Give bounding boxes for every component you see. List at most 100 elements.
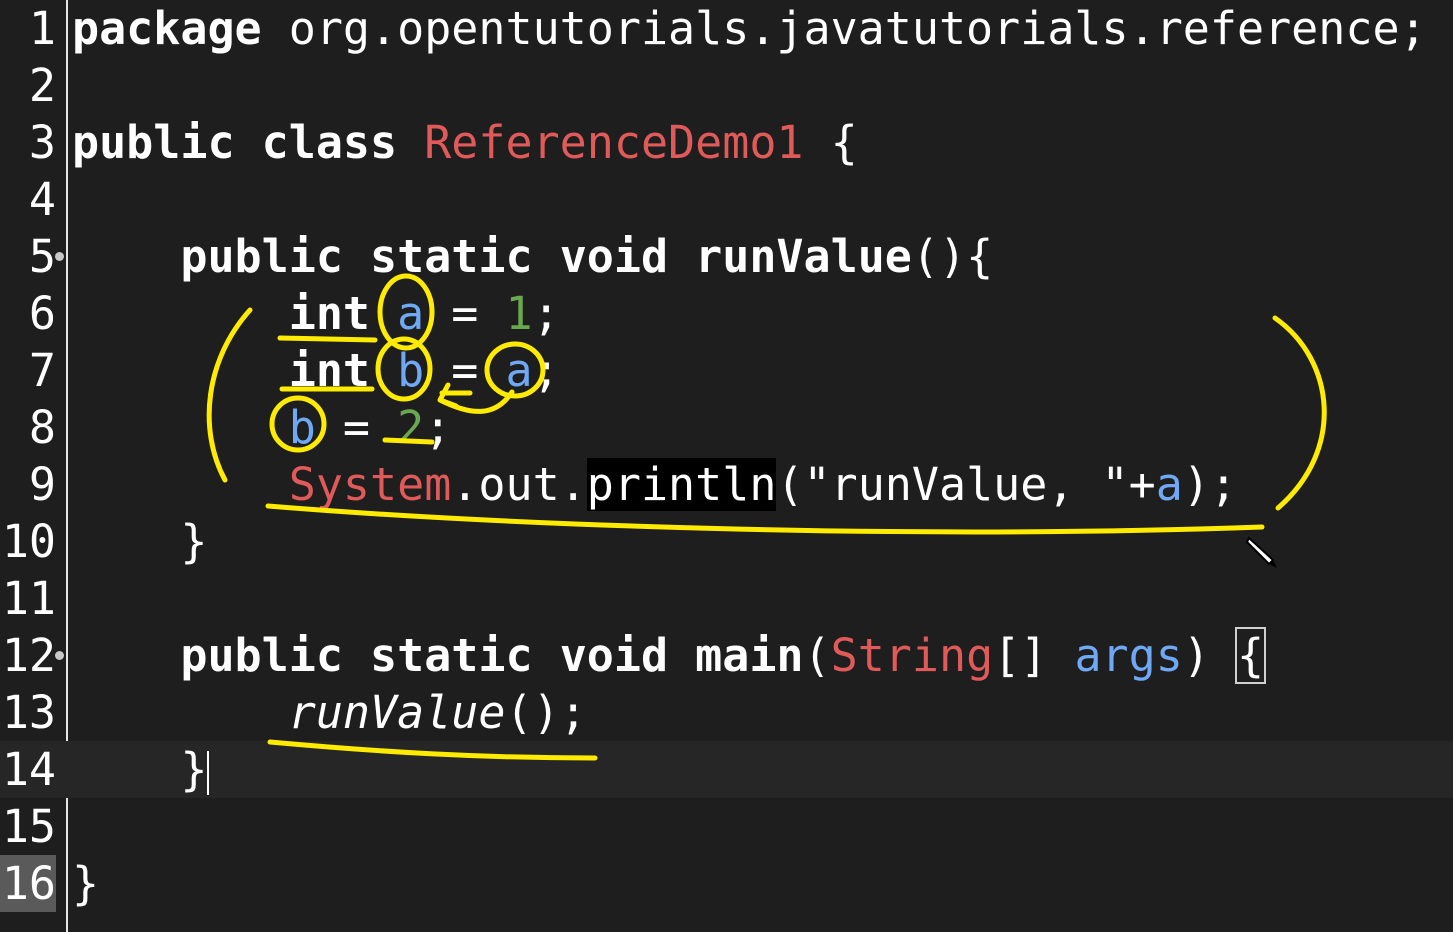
line-number: 10 <box>1 515 56 568</box>
code-line[interactable]: 13 runValue(); <box>0 684 1453 741</box>
code-token: [] <box>993 629 1075 682</box>
code-token: ); <box>1182 458 1238 511</box>
line-number: 7 <box>28 344 56 397</box>
code-token: void <box>559 230 669 283</box>
code-line[interactable]: 3 public class ReferenceDemo1 { <box>0 114 1453 171</box>
code-text: int a = 1; <box>72 285 560 342</box>
code-token: b <box>397 344 425 397</box>
code-token: public <box>180 230 343 283</box>
code-text: int b = a; <box>72 342 560 399</box>
code-text: package org.opentutorials.javatutorials.… <box>72 0 1427 57</box>
code-text: b = 2; <box>72 399 452 456</box>
code-line[interactable]: 14 } <box>0 741 1453 798</box>
line-number: 6 <box>28 287 56 340</box>
code-token: package <box>72 2 262 55</box>
code-line[interactable]: 7 int b = a; <box>0 342 1453 399</box>
code-token: main <box>695 629 804 682</box>
code-token: System <box>288 458 452 511</box>
code-text: public class ReferenceDemo1 { <box>72 114 858 171</box>
code-line[interactable]: 1 package org.opentutorials.javatutorials… <box>0 0 1453 57</box>
code-token: ( <box>803 629 831 682</box>
code-token: a <box>397 287 425 340</box>
fold-marker-icon[interactable] <box>55 252 64 261</box>
code-line[interactable]: 4 <box>0 171 1453 228</box>
code-line[interactable]: 16} <box>0 855 1453 912</box>
code-line[interactable]: 9 System.out.println("runValue, "+a); <box>0 456 1453 513</box>
code-token: b <box>288 401 316 454</box>
line-number: 11 <box>1 572 56 625</box>
code-token: runValue <box>695 230 912 283</box>
code-token: args <box>1074 629 1183 682</box>
code-token: int <box>288 287 371 340</box>
code-token: { <box>1235 627 1267 684</box>
code-token: a <box>1155 458 1183 511</box>
line-number: 8 <box>28 401 56 454</box>
fold-marker-icon[interactable] <box>55 651 64 660</box>
code-token: } <box>72 857 100 910</box>
line-number: 14 <box>1 743 56 796</box>
line-number: 13 <box>1 686 56 739</box>
code-token: ; <box>532 344 560 397</box>
code-token: org.opentutorials.javatutorials.referenc… <box>261 2 1427 55</box>
code-token: ; <box>532 287 560 340</box>
code-token: (); <box>505 686 587 739</box>
code-token: public <box>180 629 343 682</box>
code-token: (){ <box>911 230 994 283</box>
code-line[interactable]: 2 <box>0 57 1453 114</box>
line-number: 2 <box>28 59 56 112</box>
code-text: } <box>72 741 210 798</box>
code-token: 1 <box>505 287 533 340</box>
code-token: runValue <box>288 686 506 739</box>
code-token: static <box>370 629 533 682</box>
code-line[interactable]: 8 b = 2; <box>0 399 1453 456</box>
text-caret <box>207 751 210 795</box>
code-token: .out. <box>451 458 587 511</box>
code-token: 2 <box>397 401 425 454</box>
code-text: System.out.println("runValue, "+a); <box>72 456 1237 513</box>
code-token: println <box>586 458 777 511</box>
code-token: public <box>72 116 235 169</box>
code-token: a <box>505 344 533 397</box>
line-number: 16 <box>0 855 56 912</box>
code-token: ) <box>1182 629 1238 682</box>
code-line[interactable]: 5 public static void runValue(){ <box>0 228 1453 285</box>
code-line[interactable]: 11 <box>0 570 1453 627</box>
code-line[interactable]: 15 <box>0 798 1453 855</box>
line-number: 12 <box>1 629 56 682</box>
code-line[interactable]: 6 int a = 1; <box>0 285 1453 342</box>
line-number: 3 <box>28 116 56 169</box>
code-token: ("runValue, "+ <box>776 458 1156 511</box>
code-token: void <box>559 629 669 682</box>
code-text: } <box>72 513 207 570</box>
code-line[interactable]: 10 } <box>0 513 1453 570</box>
code-text: runValue(); <box>72 684 587 741</box>
line-number: 9 <box>28 458 56 511</box>
code-text: public static void runValue(){ <box>72 228 993 285</box>
code-token: = <box>315 401 398 454</box>
code-token: = <box>424 344 506 397</box>
code-token: { <box>803 116 858 169</box>
code-token: ; <box>424 401 452 454</box>
code-token: class <box>261 116 398 169</box>
code-line[interactable]: 12 public static void main(String[] args… <box>0 627 1453 684</box>
code-text: } <box>72 855 99 912</box>
code-token: = <box>424 287 506 340</box>
line-number: 4 <box>28 173 56 226</box>
pen-cursor-icon <box>1245 536 1277 568</box>
line-number: 15 <box>1 800 56 853</box>
code-token: } <box>72 515 208 568</box>
